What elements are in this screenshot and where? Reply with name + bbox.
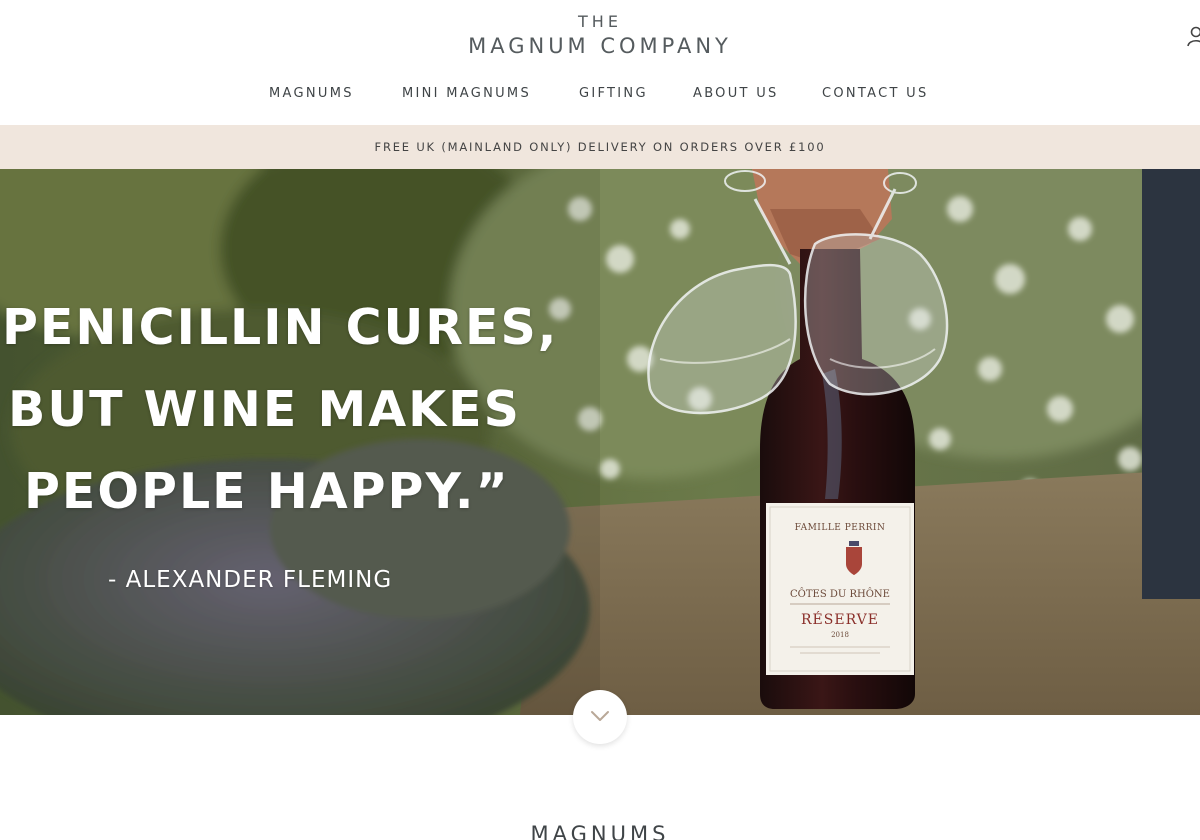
logo-line-1: THE	[578, 12, 622, 31]
bottle-label-appellation: CÔTES DU RHÔNE	[790, 588, 890, 600]
hero-banner: FAMILLE PERRIN CÔTES DU RHÔNE RÉSERVE 20…	[0, 169, 1200, 715]
nav-item-about-us[interactable]: ABOUT US	[693, 86, 779, 101]
user-icon[interactable]	[1186, 26, 1200, 48]
bottle-label-producer: FAMILLE PERRIN	[795, 523, 886, 533]
logo-line-2: MAGNUM COMPANY	[468, 34, 732, 58]
announcement-bar: FREE UK (MAINLAND ONLY) DELIVERY ON ORDE…	[0, 125, 1200, 169]
scroll-down-button[interactable]	[573, 690, 627, 744]
hero-quote-attribution: - ALEXANDER FLEMING	[108, 567, 393, 593]
nav-item-gifting[interactable]: GIFTING	[579, 86, 648, 101]
section-title: MAGNUMS	[530, 822, 670, 840]
hero-quote-line-1: PENICILLIN CURES,	[2, 299, 559, 356]
hero-quote-line-3: PEOPLE HAPPY.”	[24, 463, 510, 520]
bottle-label-vintage: 2018	[831, 631, 849, 639]
hero-quote-line-2: BUT WINE MAKES	[8, 381, 521, 438]
site-logo[interactable]: THE MAGNUM COMPANY	[0, 12, 1200, 60]
chevron-down-icon	[591, 711, 609, 721]
nav-item-magnums[interactable]: MAGNUMS	[269, 86, 354, 101]
site-header: THE MAGNUM COMPANY MAGNUMS MINI MAGNUMS …	[0, 0, 1200, 125]
nav-item-contact-us[interactable]: CONTACT US	[822, 86, 929, 101]
nav-item-mini-magnums[interactable]: MINI MAGNUMS	[402, 86, 531, 101]
bottle-label-cuvee: RÉSERVE	[801, 610, 879, 628]
main-nav: MAGNUMS MINI MAGNUMS GIFTING ABOUT US CO…	[0, 86, 1200, 106]
hero-quote: PENICILLIN CURES, BUT WINE MAKES PEOPLE …	[0, 287, 580, 533]
